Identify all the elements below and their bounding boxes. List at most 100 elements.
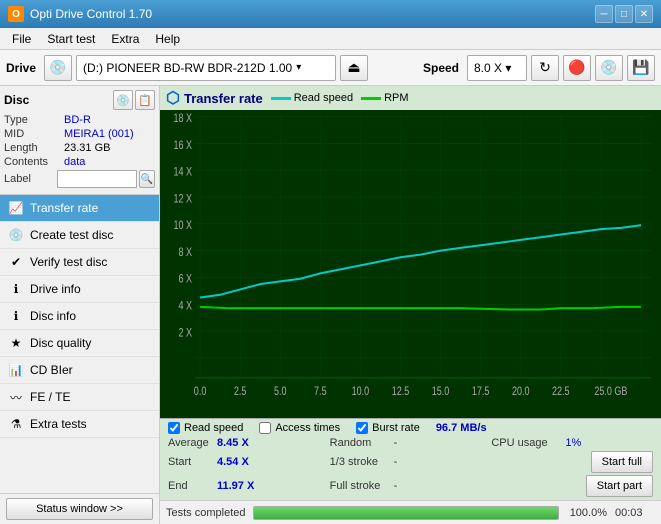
average-label: Average bbox=[168, 437, 213, 449]
progress-time: 00:03 bbox=[615, 507, 655, 519]
progress-bar-container bbox=[253, 506, 559, 520]
drive-icon-button[interactable]: 💿 bbox=[44, 55, 72, 81]
label-browse-button[interactable]: 🔍 bbox=[139, 170, 155, 188]
status-window-button[interactable]: Status window >> bbox=[6, 498, 153, 520]
extra-tests-icon: ⚗ bbox=[8, 416, 24, 432]
drive-select: 💿 (D:) PIONEER BD-RW BDR-212D 1.00 ▾ ⏏ bbox=[44, 55, 411, 81]
nav-extra-tests[interactable]: ⚗ Extra tests bbox=[0, 411, 159, 438]
random-value: - bbox=[394, 437, 434, 449]
svg-text:0.0: 0.0 bbox=[194, 385, 207, 399]
legend-rpm: RPM bbox=[361, 92, 408, 104]
progress-bar-fill bbox=[254, 507, 558, 519]
app-icon: O bbox=[8, 6, 24, 22]
label-label: Label bbox=[4, 173, 55, 185]
nav-create-test-disc[interactable]: 💿 Create test disc bbox=[0, 222, 159, 249]
nav-drive-info[interactable]: ℹ Drive info bbox=[0, 276, 159, 303]
disc-length-row: Length 23.31 GB bbox=[4, 142, 155, 154]
refresh-button[interactable]: ↻ bbox=[531, 55, 559, 81]
menu-help[interactable]: Help bbox=[147, 30, 188, 48]
nav-verify-test-disc[interactable]: ✔ Verify test disc bbox=[0, 249, 159, 276]
nav-fe-te-label: FE / TE bbox=[30, 390, 70, 404]
status-text: Tests completed bbox=[166, 507, 245, 519]
stat-start-full: Start full bbox=[491, 451, 653, 473]
stroke-value: - bbox=[394, 456, 434, 468]
stats-row-3: End 11.97 X Full stroke - Start part bbox=[168, 475, 653, 497]
disc-type-row: Type BD-R bbox=[4, 114, 155, 126]
svg-text:18 X: 18 X bbox=[174, 112, 193, 126]
fe-te-icon: 〰 bbox=[8, 389, 24, 405]
read-speed-checkbox-label[interactable]: Read speed bbox=[168, 422, 243, 434]
menu-start-test[interactable]: Start test bbox=[39, 30, 103, 48]
speed-label: Speed bbox=[423, 61, 459, 75]
svg-text:7.5: 7.5 bbox=[314, 385, 327, 399]
nav-cd-bler[interactable]: 📊 CD BIer bbox=[0, 357, 159, 384]
minimize-button[interactable]: ─ bbox=[595, 5, 613, 23]
disc-icon-1[interactable]: 💿 bbox=[113, 90, 133, 110]
disc-section: Disc 💿 📋 Type BD-R MID MEIRA1 (001) Leng… bbox=[0, 86, 159, 195]
stats-row-1: Average 8.45 X Random - CPU usage 1% bbox=[168, 437, 653, 449]
disc-button[interactable]: 💿 bbox=[595, 55, 623, 81]
nav-verify-test-disc-label: Verify test disc bbox=[30, 255, 107, 269]
progress-bar-area: Tests completed 100.0% 00:03 bbox=[160, 500, 661, 524]
access-times-checkbox-label[interactable]: Access times bbox=[259, 422, 340, 434]
burst-rate-checkbox-text: Burst rate bbox=[372, 422, 420, 434]
svg-text:6 X: 6 X bbox=[179, 273, 193, 287]
random-label: Random bbox=[330, 437, 390, 449]
close-button[interactable]: ✕ bbox=[635, 5, 653, 23]
burst-rate-checkbox[interactable] bbox=[356, 422, 368, 434]
disc-icon-2[interactable]: 📋 bbox=[135, 90, 155, 110]
svg-text:20.0: 20.0 bbox=[512, 385, 530, 399]
access-times-checkbox-text: Access times bbox=[275, 422, 340, 434]
stroke-label: 1/3 stroke bbox=[330, 456, 390, 468]
main-content: Disc 💿 📋 Type BD-R MID MEIRA1 (001) Leng… bbox=[0, 86, 661, 524]
read-speed-checkbox[interactable] bbox=[168, 422, 180, 434]
burn-button[interactable]: 🔴 bbox=[563, 55, 591, 81]
mid-value: MEIRA1 (001) bbox=[64, 128, 134, 140]
speed-dropdown[interactable]: 8.0 X ▾ bbox=[467, 55, 527, 81]
eject-button[interactable]: ⏏ bbox=[340, 55, 368, 81]
start-full-button[interactable]: Start full bbox=[591, 451, 653, 473]
full-stroke-label: Full stroke bbox=[330, 480, 390, 492]
stat-cpu: CPU usage 1% bbox=[491, 437, 653, 449]
transfer-rate-icon: 📈 bbox=[8, 200, 24, 216]
cd-bler-icon: 📊 bbox=[8, 362, 24, 378]
svg-text:10.0: 10.0 bbox=[352, 385, 370, 399]
nav-transfer-rate[interactable]: 📈 Transfer rate bbox=[0, 195, 159, 222]
full-stroke-value: - bbox=[394, 480, 434, 492]
legend-read-speed: Read speed bbox=[271, 92, 353, 104]
label-input[interactable] bbox=[57, 170, 137, 188]
disc-quality-icon: ★ bbox=[8, 335, 24, 351]
disc-header: Disc 💿 📋 bbox=[4, 90, 155, 110]
cpu-label: CPU usage bbox=[491, 437, 561, 449]
save-button[interactable]: 💾 bbox=[627, 55, 655, 81]
nav-fe-te[interactable]: 〰 FE / TE bbox=[0, 384, 159, 411]
drive-dropdown[interactable]: (D:) PIONEER BD-RW BDR-212D 1.00 ▾ bbox=[76, 55, 336, 81]
maximize-button[interactable]: □ bbox=[615, 5, 633, 23]
legend-rpm-label: RPM bbox=[384, 92, 408, 104]
svg-text:2 X: 2 X bbox=[179, 326, 193, 340]
nav-create-test-disc-label: Create test disc bbox=[30, 228, 113, 242]
burst-rate-value: 96.7 MB/s bbox=[436, 422, 487, 434]
length-value: 23.31 GB bbox=[64, 142, 110, 154]
cpu-value: 1% bbox=[565, 437, 581, 449]
right-panel: ⬡ Transfer rate Read speed RPM bbox=[160, 86, 661, 524]
app-title: Opti Drive Control 1.70 bbox=[30, 7, 152, 21]
drive-label: Drive bbox=[6, 61, 36, 75]
left-panel: Disc 💿 📋 Type BD-R MID MEIRA1 (001) Leng… bbox=[0, 86, 160, 524]
end-value: 11.97 X bbox=[217, 480, 267, 492]
svg-text:2.5: 2.5 bbox=[234, 385, 247, 399]
nav-disc-quality[interactable]: ★ Disc quality bbox=[0, 330, 159, 357]
svg-text:16 X: 16 X bbox=[174, 139, 193, 153]
mid-label: MID bbox=[4, 128, 64, 140]
burst-rate-checkbox-label[interactable]: Burst rate bbox=[356, 422, 420, 434]
start-part-button[interactable]: Start part bbox=[586, 475, 653, 497]
menu-file[interactable]: File bbox=[4, 30, 39, 48]
type-value: BD-R bbox=[64, 114, 91, 126]
access-times-checkbox[interactable] bbox=[259, 422, 271, 434]
nav-disc-info[interactable]: ℹ Disc info bbox=[0, 303, 159, 330]
nav-transfer-rate-label: Transfer rate bbox=[30, 201, 98, 215]
menu-extra[interactable]: Extra bbox=[103, 30, 147, 48]
nav-cd-bler-label: CD BIer bbox=[30, 363, 73, 377]
nav-extra-tests-label: Extra tests bbox=[30, 417, 87, 431]
svg-text:25.0 GB: 25.0 GB bbox=[594, 385, 627, 399]
